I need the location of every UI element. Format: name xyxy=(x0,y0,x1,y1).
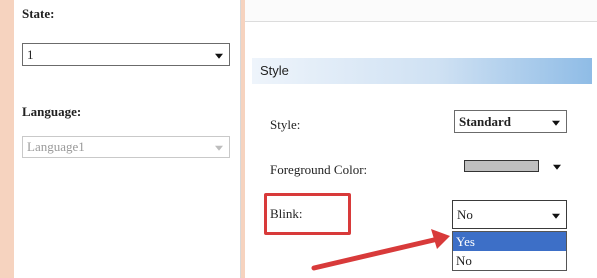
style-label: Style: xyxy=(270,117,301,132)
color-swatch xyxy=(464,160,539,172)
chevron-down-icon xyxy=(552,213,560,219)
language-label: Language: xyxy=(22,104,82,119)
state-select[interactable]: 1 xyxy=(22,43,230,66)
foreground-color-label: Foreground Color: xyxy=(270,162,368,177)
chevron-down-icon xyxy=(552,120,560,126)
blink-option-yes[interactable]: Yes xyxy=(453,232,566,251)
blink-select-value: No xyxy=(457,206,473,222)
language-select-value: Language1 xyxy=(27,139,85,154)
style-select-value: Standard xyxy=(459,113,512,129)
blink-dropdown-list[interactable]: Yes No xyxy=(452,231,567,271)
blink-option-no[interactable]: No xyxy=(453,251,566,270)
blink-select[interactable]: No xyxy=(452,200,567,229)
style-section-header: Style xyxy=(252,58,592,84)
style-select[interactable]: Standard xyxy=(454,110,567,133)
state-select-value: 1 xyxy=(27,46,34,62)
state-label: State: xyxy=(22,6,55,21)
language-select[interactable]: Language1 xyxy=(22,136,230,158)
annotation-arrow-icon xyxy=(311,229,450,271)
left-panel: State: 1 Language: Language1 xyxy=(14,0,241,278)
chevron-down-icon xyxy=(553,164,561,170)
foreground-color-picker[interactable] xyxy=(454,155,567,177)
chevron-down-icon xyxy=(215,145,223,151)
top-strip xyxy=(245,0,597,22)
chevron-down-icon xyxy=(215,53,223,59)
style-section-title: Style xyxy=(260,63,289,78)
